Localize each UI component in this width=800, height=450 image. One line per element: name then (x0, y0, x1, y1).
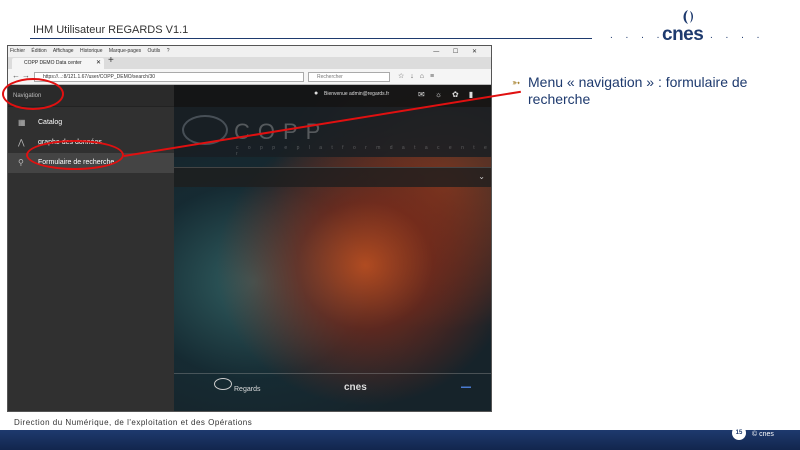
bullet-arrow-icon: ➳ (512, 78, 521, 89)
app-footer: Regards cnes ▬▬ (174, 373, 491, 403)
browser-menubar: Fichier Édition Affichage Historique Mar… (8, 46, 491, 57)
new-tab-icon[interactable]: + (108, 55, 114, 66)
copp-logo-subtitle: c o p p e p l a t f o r m d a t a c e n … (236, 145, 491, 157)
copp-logo-band: COPP c o p p e p l a t f o r m d a t a c… (174, 107, 491, 157)
user-welcome[interactable]: Bienvenue admin@regards.fr (324, 91, 389, 97)
slide-title: IHM Utilisateur REGARDS V1.1 (33, 24, 189, 36)
menu-item-marque-pages[interactable]: Marque-pages (109, 48, 141, 54)
browser-window: Fichier Édition Affichage Historique Mar… (7, 45, 492, 412)
home-icon[interactable]: ⌂ (420, 73, 430, 80)
tab-title: COPP DEMO Data center (24, 60, 82, 66)
tab-close-icon[interactable]: ✕ (96, 58, 101, 69)
url-bar[interactable]: https://...:8/121.1.67/user/COPP_DEMO/se… (34, 72, 304, 82)
browser-navbar: ← → https://...:8/121.1.67/user/COPP_DEM… (8, 69, 491, 85)
copp-logo-text: COPP (234, 119, 328, 145)
menu-item-edition[interactable]: Édition (31, 48, 46, 54)
user-icon: ● (314, 90, 319, 97)
star-icon[interactable]: ☆ (398, 73, 410, 80)
regards-logo-text: Regards (234, 386, 261, 393)
browser-search-input[interactable]: Rechercher (308, 72, 390, 82)
footer-cnes-logo: cnes (344, 382, 367, 393)
browser-toolbar-icons: ☆↓⌂≡ (398, 72, 440, 80)
cnes-wordmark: cnes (662, 24, 704, 45)
download-icon[interactable]: ↓ (410, 73, 420, 80)
menu-item-historique[interactable]: Historique (80, 48, 103, 54)
graph-icon: ⋀ (18, 138, 25, 147)
palette-icon[interactable]: ✿ (452, 90, 469, 99)
slide: IHM Utilisateur REGARDS V1.1 . . . . cne… (0, 0, 800, 450)
main-content: ● Bienvenue admin@regards.fr ✉☼✿▮ COPP c… (174, 85, 491, 411)
menu-icon[interactable]: ≡ (430, 73, 440, 80)
slide-footer-text: Direction du Numérique, de l'exploitatio… (14, 418, 253, 427)
search-icon: ⚲ (18, 158, 24, 167)
menu-item-outils[interactable]: Outils (148, 48, 161, 54)
browser-tab[interactable]: COPP DEMO Data center ✕ (12, 58, 104, 69)
chevron-down-icon[interactable]: ⌄ (478, 172, 485, 181)
menu-item-affichage[interactable]: Affichage (53, 48, 74, 54)
annotation-ellipse-search-form (26, 140, 124, 170)
sidebar-item-catalog[interactable]: ▦ Catalog (8, 113, 174, 133)
sidebar-item-label: Catalog (38, 119, 63, 126)
catalog-icon: ▦ (18, 118, 26, 127)
logo-dots-right: . . . . (710, 30, 765, 41)
logo-dots-left: . . . . (610, 30, 665, 41)
annotation-ellipse-navigation (2, 78, 64, 110)
page-number: 15 (732, 426, 746, 440)
cnes-logo: . . . . cnes . . . . (610, 8, 770, 48)
footer-link[interactable]: ▬▬ (461, 384, 471, 390)
regards-logo-icon (214, 378, 232, 390)
mail-icon[interactable]: ✉ (418, 90, 435, 99)
footer-cnes-copyright: © cnes (752, 431, 774, 438)
menu-item-fichier[interactable]: Fichier (10, 48, 25, 54)
bulb-icon[interactable]: ☼ (435, 90, 452, 99)
browser-tabbar: COPP DEMO Data center ✕ + (8, 55, 491, 69)
collapsible-section[interactable]: ⌄ (174, 167, 491, 187)
bullet-text: Menu « navigation » : formulaire de rech… (528, 74, 748, 107)
slide-bottom-bar (0, 430, 800, 450)
navigation-sidebar: Navigation ▦ Catalog ⋀ graphe des donnée… (8, 85, 174, 411)
title-divider (30, 38, 592, 39)
menu-item-help[interactable]: ? (167, 48, 170, 54)
